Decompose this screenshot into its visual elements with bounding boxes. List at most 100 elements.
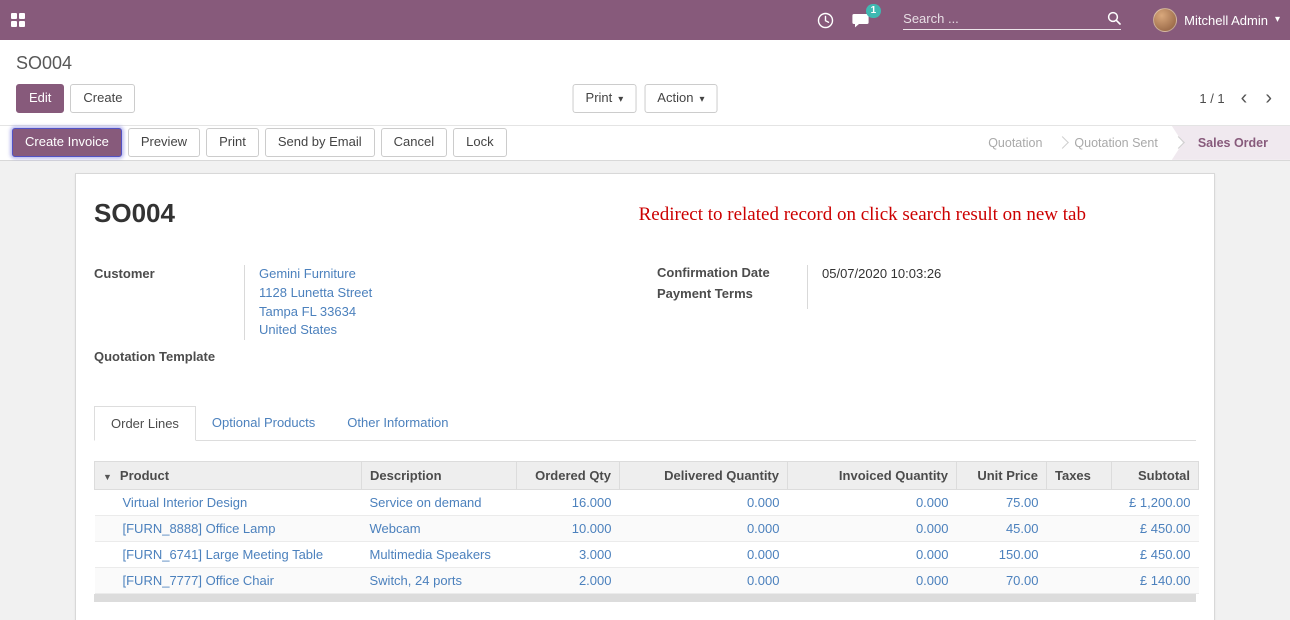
- cell-unit-price[interactable]: 75.00: [957, 490, 1047, 516]
- messages-icon[interactable]: 1: [852, 12, 871, 29]
- customer-street[interactable]: 1128 Lunetta Street: [259, 284, 633, 303]
- cell-invoiced-qty[interactable]: 0.000: [788, 490, 957, 516]
- customer-name-link[interactable]: Gemini Furniture: [259, 265, 633, 284]
- order-line-row[interactable]: [FURN_8888] Office Lamp Webcam 10.000 0.…: [95, 516, 1199, 542]
- tab-optional-products[interactable]: Optional Products: [196, 406, 331, 440]
- preview-button[interactable]: Preview: [128, 128, 200, 157]
- message-count-badge: 1: [866, 4, 882, 18]
- optional-columns-toggle-icon[interactable]: ▼: [103, 472, 112, 482]
- column-header-taxes[interactable]: Taxes: [1047, 462, 1112, 490]
- cell-delivered-qty[interactable]: 0.000: [620, 542, 788, 568]
- lock-button[interactable]: Lock: [453, 128, 506, 157]
- customer-country[interactable]: United States: [259, 321, 633, 340]
- order-line-row[interactable]: Virtual Interior Design Service on deman…: [95, 490, 1199, 516]
- product-header-label: Product: [120, 468, 169, 483]
- send-by-email-button[interactable]: Send by Email: [265, 128, 375, 157]
- chevron-down-icon: ▾: [618, 94, 623, 105]
- cell-taxes[interactable]: [1047, 516, 1112, 542]
- cell-ordered-qty[interactable]: 10.000: [517, 516, 620, 542]
- column-header-delivered-qty[interactable]: Delivered Quantity: [620, 462, 788, 490]
- order-line-row[interactable]: [FURN_6741] Large Meeting Table Multimed…: [95, 542, 1199, 568]
- cell-taxes[interactable]: [1047, 542, 1112, 568]
- cell-delivered-qty[interactable]: 0.000: [620, 516, 788, 542]
- cancel-button[interactable]: Cancel: [381, 128, 447, 157]
- create-button[interactable]: Create: [70, 84, 135, 113]
- user-name: Mitchell Admin: [1184, 13, 1268, 28]
- cell-invoiced-qty[interactable]: 0.000: [788, 516, 957, 542]
- customer-value: Gemini Furniture 1128 Lunetta Street Tam…: [244, 265, 633, 340]
- create-invoice-button[interactable]: Create Invoice: [12, 128, 122, 157]
- cell-description[interactable]: Webcam: [362, 516, 517, 542]
- print-dropdown[interactable]: Print▾: [573, 84, 637, 113]
- control-panel: Edit Create Print▾ Action▾ 1 / 1 ‹ ›: [0, 76, 1290, 125]
- cell-subtotal[interactable]: £ 140.00: [1112, 568, 1199, 594]
- order-lines-table: ▼ Product Description Ordered Qty Deliver…: [94, 461, 1199, 594]
- cell-delivered-qty[interactable]: 0.000: [620, 490, 788, 516]
- cell-invoiced-qty[interactable]: 0.000: [788, 568, 957, 594]
- customer-city[interactable]: Tampa FL 33634: [259, 303, 633, 322]
- cell-product[interactable]: [FURN_7777] Office Chair: [95, 568, 362, 594]
- customer-label: Customer: [94, 265, 244, 340]
- search-input[interactable]: [903, 11, 1107, 26]
- cell-ordered-qty[interactable]: 2.000: [517, 568, 620, 594]
- cell-description[interactable]: Service on demand: [362, 490, 517, 516]
- global-search: [903, 11, 1121, 30]
- status-step-quotation-sent[interactable]: Quotation Sent: [1056, 126, 1175, 160]
- breadcrumb-title: SO004: [16, 53, 72, 73]
- breadcrumb: SO004: [0, 40, 1290, 76]
- pager-next-icon[interactable]: ›: [1263, 88, 1274, 108]
- column-header-description[interactable]: Description: [362, 462, 517, 490]
- payment-terms-value: [822, 290, 1196, 309]
- cell-ordered-qty[interactable]: 3.000: [517, 542, 620, 568]
- notebook-tabs: Order Lines Optional Products Other Info…: [94, 406, 1196, 441]
- cell-description[interactable]: Multimedia Speakers: [362, 542, 517, 568]
- tab-other-information[interactable]: Other Information: [331, 406, 464, 440]
- apps-menu-icon[interactable]: [10, 12, 26, 28]
- cell-ordered-qty[interactable]: 16.000: [517, 490, 620, 516]
- confirmation-date-label: Confirmation Date: [657, 265, 807, 280]
- cell-invoiced-qty[interactable]: 0.000: [788, 542, 957, 568]
- page-title: SO004: [94, 198, 175, 229]
- cell-description[interactable]: Switch, 24 ports: [362, 568, 517, 594]
- cell-unit-price[interactable]: 45.00: [957, 516, 1047, 542]
- action-dropdown[interactable]: Action▾: [644, 84, 717, 113]
- cell-taxes[interactable]: [1047, 490, 1112, 516]
- pager-previous-icon[interactable]: ‹: [1239, 88, 1250, 108]
- cell-subtotal[interactable]: £ 1,200.00: [1112, 490, 1199, 516]
- table-header-row: ▼ Product Description Ordered Qty Deliver…: [95, 462, 1199, 490]
- status-steps: Quotation Quotation Sent Sales Order: [970, 126, 1290, 160]
- status-step-quotation[interactable]: Quotation: [970, 126, 1060, 160]
- column-header-product[interactable]: ▼ Product: [95, 462, 362, 490]
- column-header-ordered-qty[interactable]: Ordered Qty: [517, 462, 620, 490]
- pager: 1 / 1 ‹ ›: [1199, 88, 1274, 108]
- cell-product[interactable]: Virtual Interior Design: [95, 490, 362, 516]
- print-button[interactable]: Print: [206, 128, 259, 157]
- search-icon[interactable]: [1107, 11, 1121, 25]
- pager-value: 1 / 1: [1199, 91, 1224, 106]
- confirmation-date-value: 05/07/2020 10:03:26: [822, 265, 1196, 284]
- column-header-unit-price[interactable]: Unit Price: [957, 462, 1047, 490]
- cell-subtotal[interactable]: £ 450.00: [1112, 542, 1199, 568]
- edit-button[interactable]: Edit: [16, 84, 64, 113]
- user-avatar: [1153, 8, 1177, 32]
- column-header-invoiced-qty[interactable]: Invoiced Quantity: [788, 462, 957, 490]
- user-menu[interactable]: Mitchell Admin ▾: [1153, 8, 1280, 32]
- cell-product[interactable]: [FURN_6741] Large Meeting Table: [95, 542, 362, 568]
- action-dropdown-label: Action: [657, 90, 693, 105]
- activities-clock-icon[interactable]: [817, 12, 834, 29]
- cell-unit-price[interactable]: 150.00: [957, 542, 1047, 568]
- status-step-sales-order[interactable]: Sales Order: [1172, 126, 1290, 160]
- cell-unit-price[interactable]: 70.00: [957, 568, 1047, 594]
- order-line-row[interactable]: [FURN_7777] Office Chair Switch, 24 port…: [95, 568, 1199, 594]
- content-area: SO004 Redirect to related record on clic…: [0, 161, 1290, 620]
- annotation-text: Redirect to related record on click sear…: [639, 204, 1086, 226]
- cell-product[interactable]: [FURN_8888] Office Lamp: [95, 516, 362, 542]
- statusbar: Create Invoice Preview Print Send by Ema…: [0, 125, 1290, 161]
- column-header-subtotal[interactable]: Subtotal: [1112, 462, 1199, 490]
- tab-order-lines[interactable]: Order Lines: [94, 406, 196, 441]
- quotation-template-label: Quotation Template: [94, 348, 244, 364]
- table-scrollbar[interactable]: [94, 594, 1196, 602]
- cell-delivered-qty[interactable]: 0.000: [620, 568, 788, 594]
- cell-taxes[interactable]: [1047, 568, 1112, 594]
- cell-subtotal[interactable]: £ 450.00: [1112, 516, 1199, 542]
